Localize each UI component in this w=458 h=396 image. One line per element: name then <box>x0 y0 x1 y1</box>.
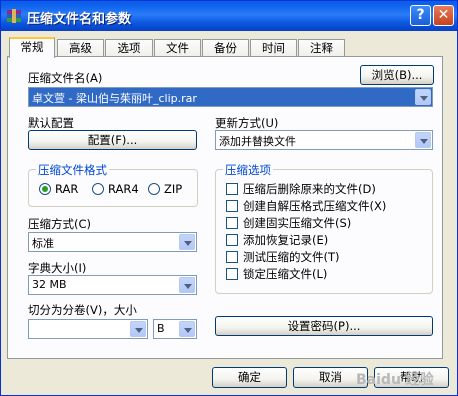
archive-name-combobox[interactable]: 卓文萱 - 梁山伯与茱丽叶_clip.rar <box>28 87 433 107</box>
archive-name-label: 压缩文件名(A) <box>28 71 103 85</box>
create-sfx-label: 创建自解压格式压缩文件(X) <box>243 199 387 213</box>
archive-name-value: 卓文萱 - 梁山伯与茱丽叶_clip.rar <box>32 92 197 105</box>
archive-name-dropdown-arrow-icon[interactable] <box>415 89 431 105</box>
format-zip-label: ZIP <box>164 182 183 196</box>
update-method-dropdown-arrow-icon[interactable] <box>415 132 431 148</box>
compression-method-select[interactable]: 标准 <box>28 232 197 252</box>
compression-method-dropdown-arrow-icon[interactable] <box>179 234 195 250</box>
set-password-button[interactable]: 设置密码(P)... <box>215 316 433 336</box>
winrar-app-icon <box>7 9 21 23</box>
watermark: Baidu 经验 <box>356 372 434 388</box>
tab-backup[interactable]: 备份 <box>202 39 249 56</box>
archiving-options-label: 压缩选项 <box>223 162 273 178</box>
lock-archive-checkbox[interactable] <box>226 268 238 280</box>
general-tab-panel: 压缩文件名(A) 浏览(B)... 卓文萱 - 梁山伯与茱丽叶_clip.rar… <box>7 56 443 359</box>
tab-comment[interactable]: 注释 <box>298 39 345 56</box>
dictionary-size-label: 字典大小(I) <box>28 261 87 275</box>
format-rar-label: RAR <box>55 182 79 196</box>
help-button[interactable]: ? <box>410 5 431 26</box>
dictionary-size-value: 32 MB <box>32 278 67 291</box>
archiving-options-group: 压缩选项 压缩后删除原来的文件(D) 创建自解压格式压缩文件(X) 创建固实压缩… <box>215 162 433 294</box>
delete-after-archiving-checkbox[interactable] <box>226 183 238 195</box>
compression-method-value: 标准 <box>32 237 54 250</box>
profile-label: 默认配置 <box>28 116 74 130</box>
format-rar4-label: RAR4 <box>108 182 139 196</box>
tab-options[interactable]: 选项 <box>105 39 153 56</box>
close-button[interactable]: ✕ <box>433 5 454 26</box>
split-unit-value: B <box>157 322 165 335</box>
split-unit-dropdown-arrow-icon[interactable] <box>179 321 195 337</box>
update-method-value: 添加并替换文件 <box>219 135 296 148</box>
tab-advanced[interactable]: 高级 <box>57 39 104 56</box>
split-unit-select[interactable]: B <box>153 319 197 339</box>
ok-button[interactable]: 确定 <box>212 367 287 388</box>
archive-format-group: 压缩文件格式 RAR RAR4 ZIP <box>28 162 198 207</box>
add-recovery-record-label: 添加恢复记录(E) <box>243 233 329 247</box>
tab-general[interactable]: 常规 <box>9 37 55 58</box>
dictionary-size-select[interactable]: 32 MB <box>28 275 197 295</box>
split-size-combobox[interactable] <box>28 319 148 339</box>
update-method-label: 更新方式(U) <box>215 116 279 130</box>
format-rar-radio[interactable] <box>39 183 51 195</box>
dictionary-size-dropdown-arrow-icon[interactable] <box>179 277 195 293</box>
split-size-dropdown-arrow-icon[interactable] <box>130 321 146 337</box>
archive-format-label: 压缩文件格式 <box>36 162 109 178</box>
create-solid-label: 创建固实压缩文件(S) <box>243 216 352 230</box>
create-solid-checkbox[interactable] <box>226 217 238 229</box>
profiles-button[interactable]: 配置(F)... <box>28 130 197 150</box>
tab-files[interactable]: 文件 <box>154 39 201 56</box>
title-bar[interactable]: 压缩文件名和参数 ? ✕ <box>1 1 457 31</box>
test-archived-files-label: 测试压缩的文件(T) <box>243 250 340 264</box>
update-method-select[interactable]: 添加并替换文件 <box>215 130 433 150</box>
test-archived-files-checkbox[interactable] <box>226 251 238 263</box>
tab-time[interactable]: 时间 <box>250 39 297 56</box>
create-sfx-checkbox[interactable] <box>226 200 238 212</box>
browse-button[interactable]: 浏览(B)... <box>360 65 434 85</box>
tab-strip: 常规 高级 选项 文件 备份 时间 注释 <box>1 37 457 58</box>
delete-after-archiving-label: 压缩后删除原来的文件(D) <box>243 182 376 196</box>
dialog-window: 压缩文件名和参数 ? ✕ 常规 高级 选项 文件 备份 时间 注释 压缩文件名(… <box>0 0 458 396</box>
split-volumes-label: 切分为分卷(V)，大小 <box>28 303 137 317</box>
format-rar4-radio[interactable] <box>92 183 104 195</box>
add-recovery-record-checkbox[interactable] <box>226 234 238 246</box>
format-zip-radio[interactable] <box>148 183 160 195</box>
window-title: 压缩文件名和参数 <box>27 12 132 27</box>
compression-method-label: 压缩方式(C) <box>28 217 92 231</box>
lock-archive-label: 锁定压缩文件(L) <box>243 267 328 281</box>
